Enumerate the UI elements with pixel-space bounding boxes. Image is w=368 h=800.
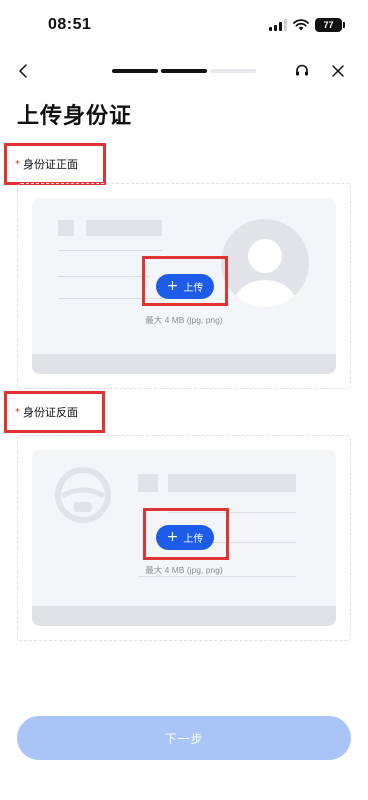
avatar-icon	[221, 219, 309, 307]
back-arrow-icon	[19, 64, 27, 78]
card-bottom-bar	[32, 606, 336, 626]
card-bottom-bar	[32, 354, 336, 374]
placeholder-line	[168, 512, 296, 513]
back-button[interactable]	[12, 58, 34, 84]
close-button[interactable]	[326, 59, 350, 83]
placeholder-block	[168, 474, 296, 492]
placeholder-line	[58, 298, 168, 299]
placeholder-block	[138, 474, 158, 492]
placeholder-line	[58, 250, 162, 251]
progress-segment	[112, 69, 158, 73]
status-icons: 77	[269, 18, 345, 32]
next-step-button[interactable]: 下一步	[17, 716, 351, 760]
headset-icon	[296, 64, 308, 76]
plus-icon: +	[166, 278, 179, 294]
required-mark: *	[15, 406, 20, 418]
plus-icon: +	[166, 529, 179, 545]
wifi-icon	[293, 19, 309, 31]
customer-service-button[interactable]	[290, 59, 314, 83]
placeholder-line	[138, 576, 296, 577]
status-bar: 08:51 77	[0, 0, 368, 52]
back-label-text: 身份证反面	[23, 406, 78, 419]
placeholder-block	[58, 220, 74, 236]
progress-segment	[161, 69, 207, 73]
front-section-label: * 身份证正面	[4, 143, 106, 185]
placeholder-line	[58, 276, 150, 277]
close-icon	[332, 65, 344, 77]
required-mark: *	[15, 158, 20, 170]
front-upload-area[interactable]: 最大 4 MB (jpg, png) + 上传	[17, 183, 351, 389]
signal-icon	[269, 19, 287, 31]
back-upload-label: 上传	[183, 534, 204, 545]
front-upload-label: 上传	[183, 283, 204, 294]
page-title: 上传身份证	[17, 104, 133, 129]
placeholder-block	[86, 220, 162, 236]
front-label-text: 身份证正面	[23, 158, 78, 171]
emblem-icon	[55, 467, 111, 523]
status-time: 08:51	[48, 16, 92, 33]
battery-icon: 77	[315, 18, 345, 32]
front-hint-text: 最大 4 MB (jpg, png)	[145, 315, 223, 325]
back-upload-area[interactable]: 最大 4 MB (jpg, png) + 上传	[17, 435, 351, 641]
nav-bar	[0, 56, 368, 86]
step-progress	[112, 69, 256, 73]
back-upload-button[interactable]: + 上传	[156, 525, 214, 550]
back-hint-text: 最大 4 MB (jpg, png)	[145, 565, 223, 575]
progress-segment	[210, 69, 256, 73]
front-upload-button[interactable]: + 上传	[156, 274, 214, 299]
back-section-label: * 身份证反面	[4, 391, 105, 433]
